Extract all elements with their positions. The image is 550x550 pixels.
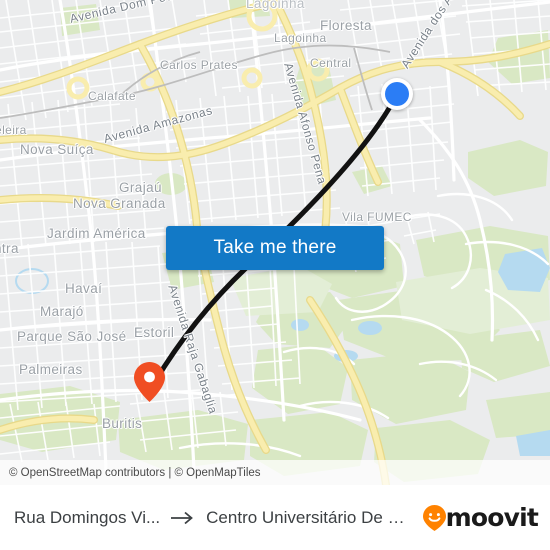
map-canvas[interactable]: Lagoinha Floresta Lagoinha Central Carlo… <box>0 0 550 485</box>
take-me-there-label: Take me there <box>213 237 337 258</box>
map-attribution-bar: © OpenStreetMap contributors | © OpenMap… <box>0 460 550 485</box>
moovit-map-screen: Lagoinha Floresta Lagoinha Central Carlo… <box>0 0 550 550</box>
moovit-pin-icon <box>422 504 446 531</box>
route-arrow-icon <box>170 511 196 525</box>
take-me-there-button[interactable]: Take me there <box>166 226 384 270</box>
route-bottom-bar: Rua Domingos Vi... Centro Universitário … <box>0 485 550 550</box>
route-summary[interactable]: Rua Domingos Vi... Centro Universitário … <box>14 508 413 528</box>
moovit-logo[interactable]: moovit <box>422 503 539 532</box>
route-origin-name: Rua Domingos Vi... <box>14 507 161 527</box>
route-destination-name: Centro Universitário De Belo H... <box>206 507 413 527</box>
moovit-wordmark: moovit <box>445 503 539 532</box>
map-attribution-text[interactable]: © OpenStreetMap contributors | © OpenMap… <box>9 467 261 479</box>
